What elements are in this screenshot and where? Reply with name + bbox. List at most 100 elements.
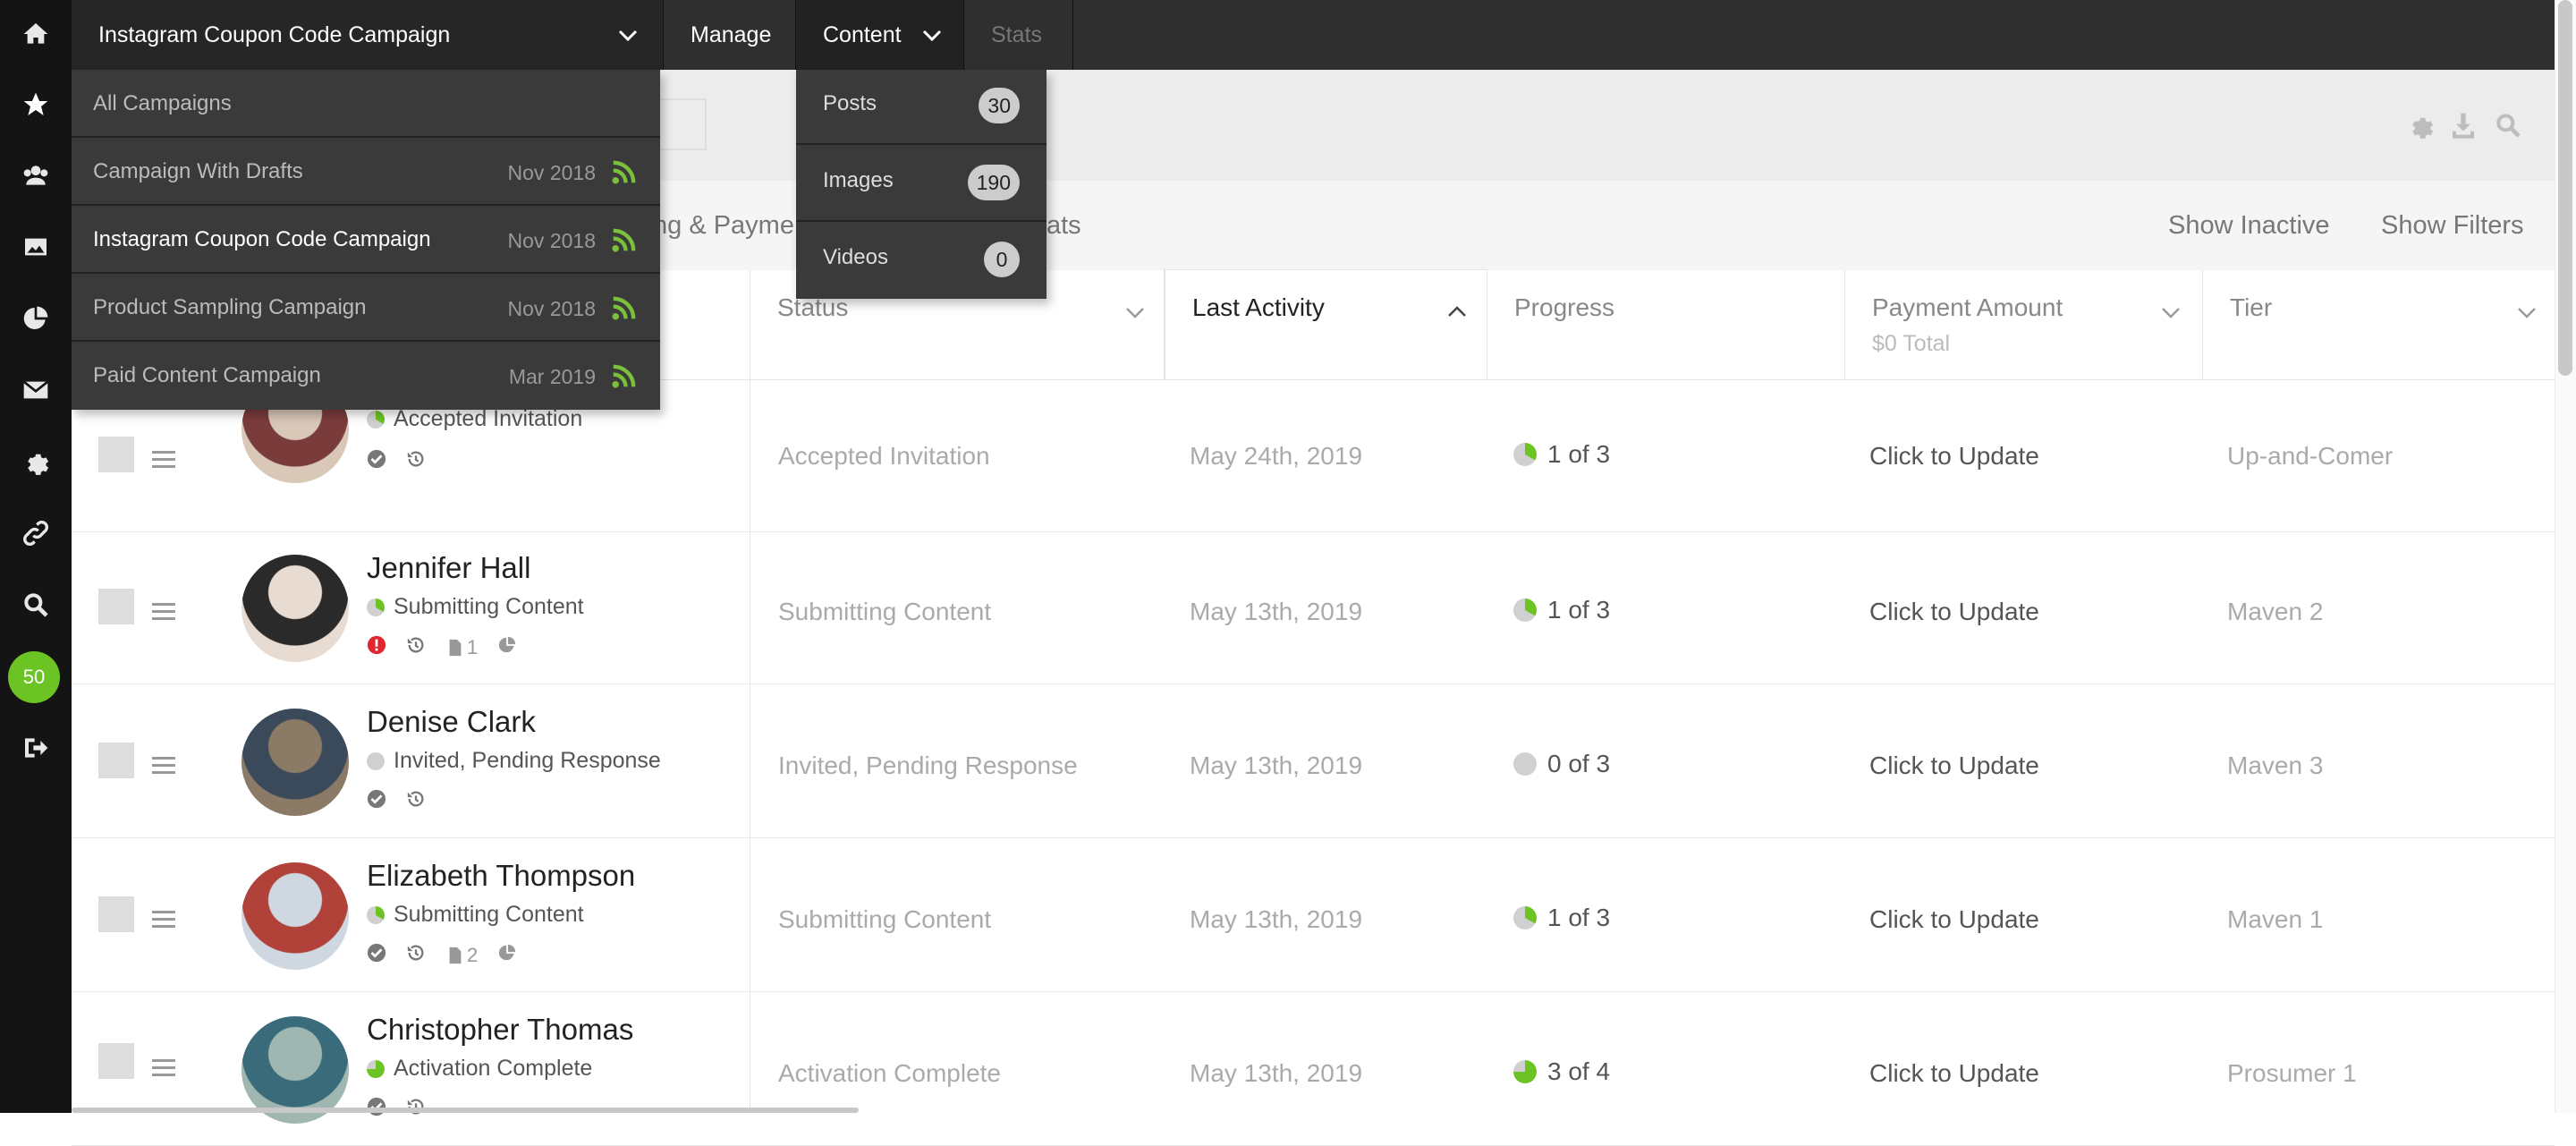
column-header-payment-amount[interactable]: Payment Amount $0 Total — [1844, 270, 2202, 379]
count-badge: 190 — [967, 165, 1020, 200]
row-checkbox[interactable] — [98, 896, 134, 932]
rss-icon — [610, 295, 637, 322]
campaign-dropdown-menu: All Campaigns Campaign With Drafts Nov 2… — [72, 70, 660, 410]
progress-text: 0 of 3 — [1547, 750, 1611, 777]
vertical-scrollbar[interactable] — [2558, 0, 2572, 376]
history-icon[interactable] — [406, 943, 426, 967]
campaign-item[interactable]: Product Sampling Campaign Nov 2018 — [72, 274, 660, 342]
content-videos-item[interactable]: Videos 0 — [796, 224, 1046, 299]
progress-text: 1 of 3 — [1547, 596, 1611, 624]
row-checkbox[interactable] — [98, 437, 134, 472]
row-checkbox[interactable] — [98, 589, 134, 624]
influencer-name[interactable]: Denise Clark — [367, 705, 536, 739]
link-icon[interactable] — [18, 515, 54, 551]
content-posts-item[interactable]: Posts 30 — [796, 70, 1046, 145]
avatar[interactable] — [242, 709, 349, 816]
users-icon[interactable] — [18, 157, 54, 193]
influencer-name[interactable]: Jennifer Hall — [367, 551, 530, 585]
campaign-selector-label: Instagram Coupon Code Campaign — [98, 21, 451, 47]
last-activity-cell: May 13th, 2019 — [1190, 1059, 1363, 1087]
alert-icon — [367, 635, 386, 659]
tier-cell: Maven 2 — [2227, 598, 2324, 625]
column-header-last-activity[interactable]: Last Activity — [1165, 270, 1487, 379]
history-icon[interactable] — [406, 449, 426, 473]
file-icon[interactable]: 2 — [445, 944, 478, 967]
count-badge: 0 — [984, 242, 1020, 277]
home-icon[interactable] — [18, 16, 54, 52]
payment-update-link[interactable]: Click to Update — [1869, 751, 2039, 780]
progress-text: 1 of 3 — [1547, 904, 1611, 931]
row-action-icons — [367, 789, 426, 813]
table-row[interactable]: Christopher Thomas Activation Complete A… — [72, 993, 2555, 1146]
campaign-item[interactable]: Campaign With Drafts Nov 2018 — [72, 138, 660, 206]
content-images-item[interactable]: Images 190 — [796, 147, 1046, 222]
star-icon[interactable] — [18, 87, 54, 123]
influencer-name[interactable]: Christopher Thomas — [367, 1013, 633, 1047]
menu-item-label: Campaign With Drafts — [93, 159, 303, 183]
chevron-up-icon — [1446, 301, 1468, 322]
image-icon[interactable] — [18, 229, 54, 265]
campaign-item-selected[interactable]: Instagram Coupon Code Campaign Nov 2018 — [72, 206, 660, 274]
avatar[interactable] — [242, 555, 349, 662]
influencer-name[interactable]: Elizabeth Thompson — [367, 859, 635, 893]
notification-badge[interactable]: 50 — [8, 651, 60, 703]
pie-chart-icon[interactable] — [497, 635, 517, 659]
drag-handle-icon[interactable] — [152, 911, 175, 929]
avatar[interactable] — [242, 862, 349, 970]
gear-icon[interactable] — [2406, 111, 2435, 140]
chevron-down-icon — [921, 24, 943, 46]
tab-shipping-payments[interactable]: ng & Payme — [653, 211, 794, 241]
all-campaigns-item[interactable]: All Campaigns — [72, 70, 660, 138]
column-header-tier[interactable]: Tier — [2202, 270, 2555, 379]
file-icon[interactable]: 1 — [445, 636, 478, 659]
column-header-progress[interactable]: Progress — [1487, 270, 1844, 379]
payment-update-link[interactable]: Click to Update — [1869, 598, 2039, 626]
history-icon[interactable] — [406, 635, 426, 659]
tab-stats[interactable]: Stats — [964, 0, 1073, 70]
payment-update-link[interactable]: Click to Update — [1869, 1059, 2039, 1088]
row-checkbox[interactable] — [98, 743, 134, 778]
tab-manage[interactable]: Manage — [664, 0, 796, 70]
campaign-selector[interactable]: Instagram Coupon Code Campaign — [72, 0, 664, 70]
progress-text: 3 of 4 — [1547, 1057, 1611, 1085]
drag-handle-icon[interactable] — [152, 451, 175, 469]
logout-icon[interactable] — [18, 730, 54, 766]
payment-update-link[interactable]: Click to Update — [1869, 442, 2039, 471]
search-icon[interactable] — [18, 587, 54, 623]
progress-cell: 1 of 3 — [1513, 904, 1610, 932]
table-row[interactable]: Denise Clark Invited, Pending Response I… — [72, 685, 2555, 838]
check-circle-icon — [367, 449, 386, 473]
content-dropdown-menu: Posts 30 Images 190 Videos 0 — [796, 70, 1046, 299]
campaign-item[interactable]: Paid Content Campaign Mar 2019 — [72, 342, 660, 410]
history-icon[interactable] — [406, 789, 426, 813]
last-activity-cell: May 24th, 2019 — [1190, 442, 1363, 470]
check-circle-icon — [367, 943, 386, 967]
show-inactive-button[interactable]: Show Inactive — [2168, 211, 2330, 241]
drag-handle-icon[interactable] — [152, 603, 175, 621]
drag-handle-icon[interactable] — [152, 757, 175, 775]
mail-icon[interactable] — [18, 372, 54, 408]
search-icon[interactable] — [2494, 111, 2522, 140]
chevron-down-icon — [1124, 301, 1146, 322]
menu-item-label: Product Sampling Campaign — [93, 295, 367, 319]
row-action-icons — [367, 449, 426, 473]
table-row[interactable]: Elizabeth Thompson Submitting Content 2 … — [72, 839, 2555, 992]
status-cell: Invited, Pending Response — [778, 751, 1078, 779]
chevron-down-icon — [617, 24, 639, 46]
payment-update-link[interactable]: Click to Update — [1869, 905, 2039, 934]
last-activity-cell: May 13th, 2019 — [1190, 905, 1363, 933]
status-text: Accepted Invitation — [394, 406, 583, 431]
row-checkbox[interactable] — [98, 1043, 134, 1079]
rss-icon — [610, 159, 637, 186]
tab-stats-view[interactable]: ats — [1046, 211, 1081, 241]
status-cell: Activation Complete — [778, 1059, 1002, 1087]
show-filters-button[interactable]: Show Filters — [2381, 211, 2524, 241]
drag-handle-icon[interactable] — [152, 1059, 175, 1077]
horizontal-scrollbar[interactable] — [72, 1108, 859, 1113]
table-row[interactable]: Jennifer Hall Submitting Content 1 Submi… — [72, 531, 2555, 684]
pie-chart-icon[interactable] — [497, 943, 517, 967]
pie-chart-icon[interactable] — [18, 301, 54, 336]
tab-content[interactable]: Content — [796, 0, 964, 70]
download-icon[interactable] — [2449, 111, 2478, 140]
gear-icon[interactable] — [18, 444, 54, 480]
